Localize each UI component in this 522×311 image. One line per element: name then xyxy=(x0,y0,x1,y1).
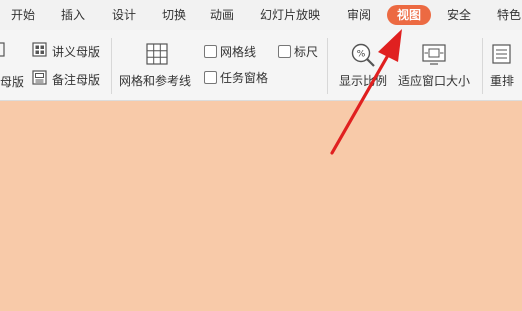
tab-transitions[interactable]: 切换 xyxy=(162,0,186,30)
notes-master-icon xyxy=(32,70,47,85)
tab-features[interactable]: 特色 xyxy=(497,0,521,30)
zoom-icon: % xyxy=(351,43,375,67)
fit-window-icon xyxy=(422,44,446,65)
grid-guides-button[interactable]: 网格和参考线 xyxy=(119,72,191,89)
gridlines-checkbox[interactable] xyxy=(204,45,217,58)
master-icon xyxy=(0,42,5,57)
handout-master-icon xyxy=(32,42,47,57)
ruler-checkbox[interactable] xyxy=(278,45,291,58)
gridlines-label: 网格线 xyxy=(220,45,257,59)
fit-window-button[interactable]: 适应窗口大小 xyxy=(398,72,470,89)
tab-home[interactable]: 开始 xyxy=(11,0,35,30)
task-pane-label: 任务窗格 xyxy=(220,71,269,85)
ruler-label: 标尺 xyxy=(294,45,319,59)
ribbon-separator xyxy=(327,38,328,94)
tab-animations[interactable]: 动画 xyxy=(210,0,234,30)
tab-design[interactable]: 设计 xyxy=(112,0,136,30)
rearrange-button[interactable]: 重排 xyxy=(490,72,514,89)
slide-master-button-label[interactable]: 母版 xyxy=(0,73,24,90)
tab-view[interactable]: 视图 xyxy=(387,5,431,25)
tab-insert[interactable]: 插入 xyxy=(61,0,85,30)
handout-master-button[interactable]: 讲义母版 xyxy=(52,43,100,60)
ribbon-tab-bar: 开始 插入 设计 切换 动画 幻灯片放映 审阅 视图 安全 特色 xyxy=(0,0,522,30)
notes-master-button[interactable]: 备注母版 xyxy=(52,71,100,88)
tab-security[interactable]: 安全 xyxy=(447,0,471,30)
svg-text:%: % xyxy=(357,50,366,60)
tab-slideshow[interactable]: 幻灯片放映 xyxy=(260,0,320,30)
ribbon-separator xyxy=(482,38,483,94)
grid-guides-icon xyxy=(146,43,168,65)
slide-canvas[interactable] xyxy=(0,101,522,311)
zoom-button[interactable]: 显示比例 xyxy=(339,72,387,89)
ribbon-panel: 母版 讲义母版 备注母版 网格和参考线 网格线 标尺 任务窗格 % 显示比例 适… xyxy=(0,30,522,101)
rearrange-icon xyxy=(492,44,511,64)
ribbon-separator xyxy=(111,38,112,94)
tab-review[interactable]: 审阅 xyxy=(347,0,371,30)
task-pane-checkbox[interactable] xyxy=(204,71,217,84)
